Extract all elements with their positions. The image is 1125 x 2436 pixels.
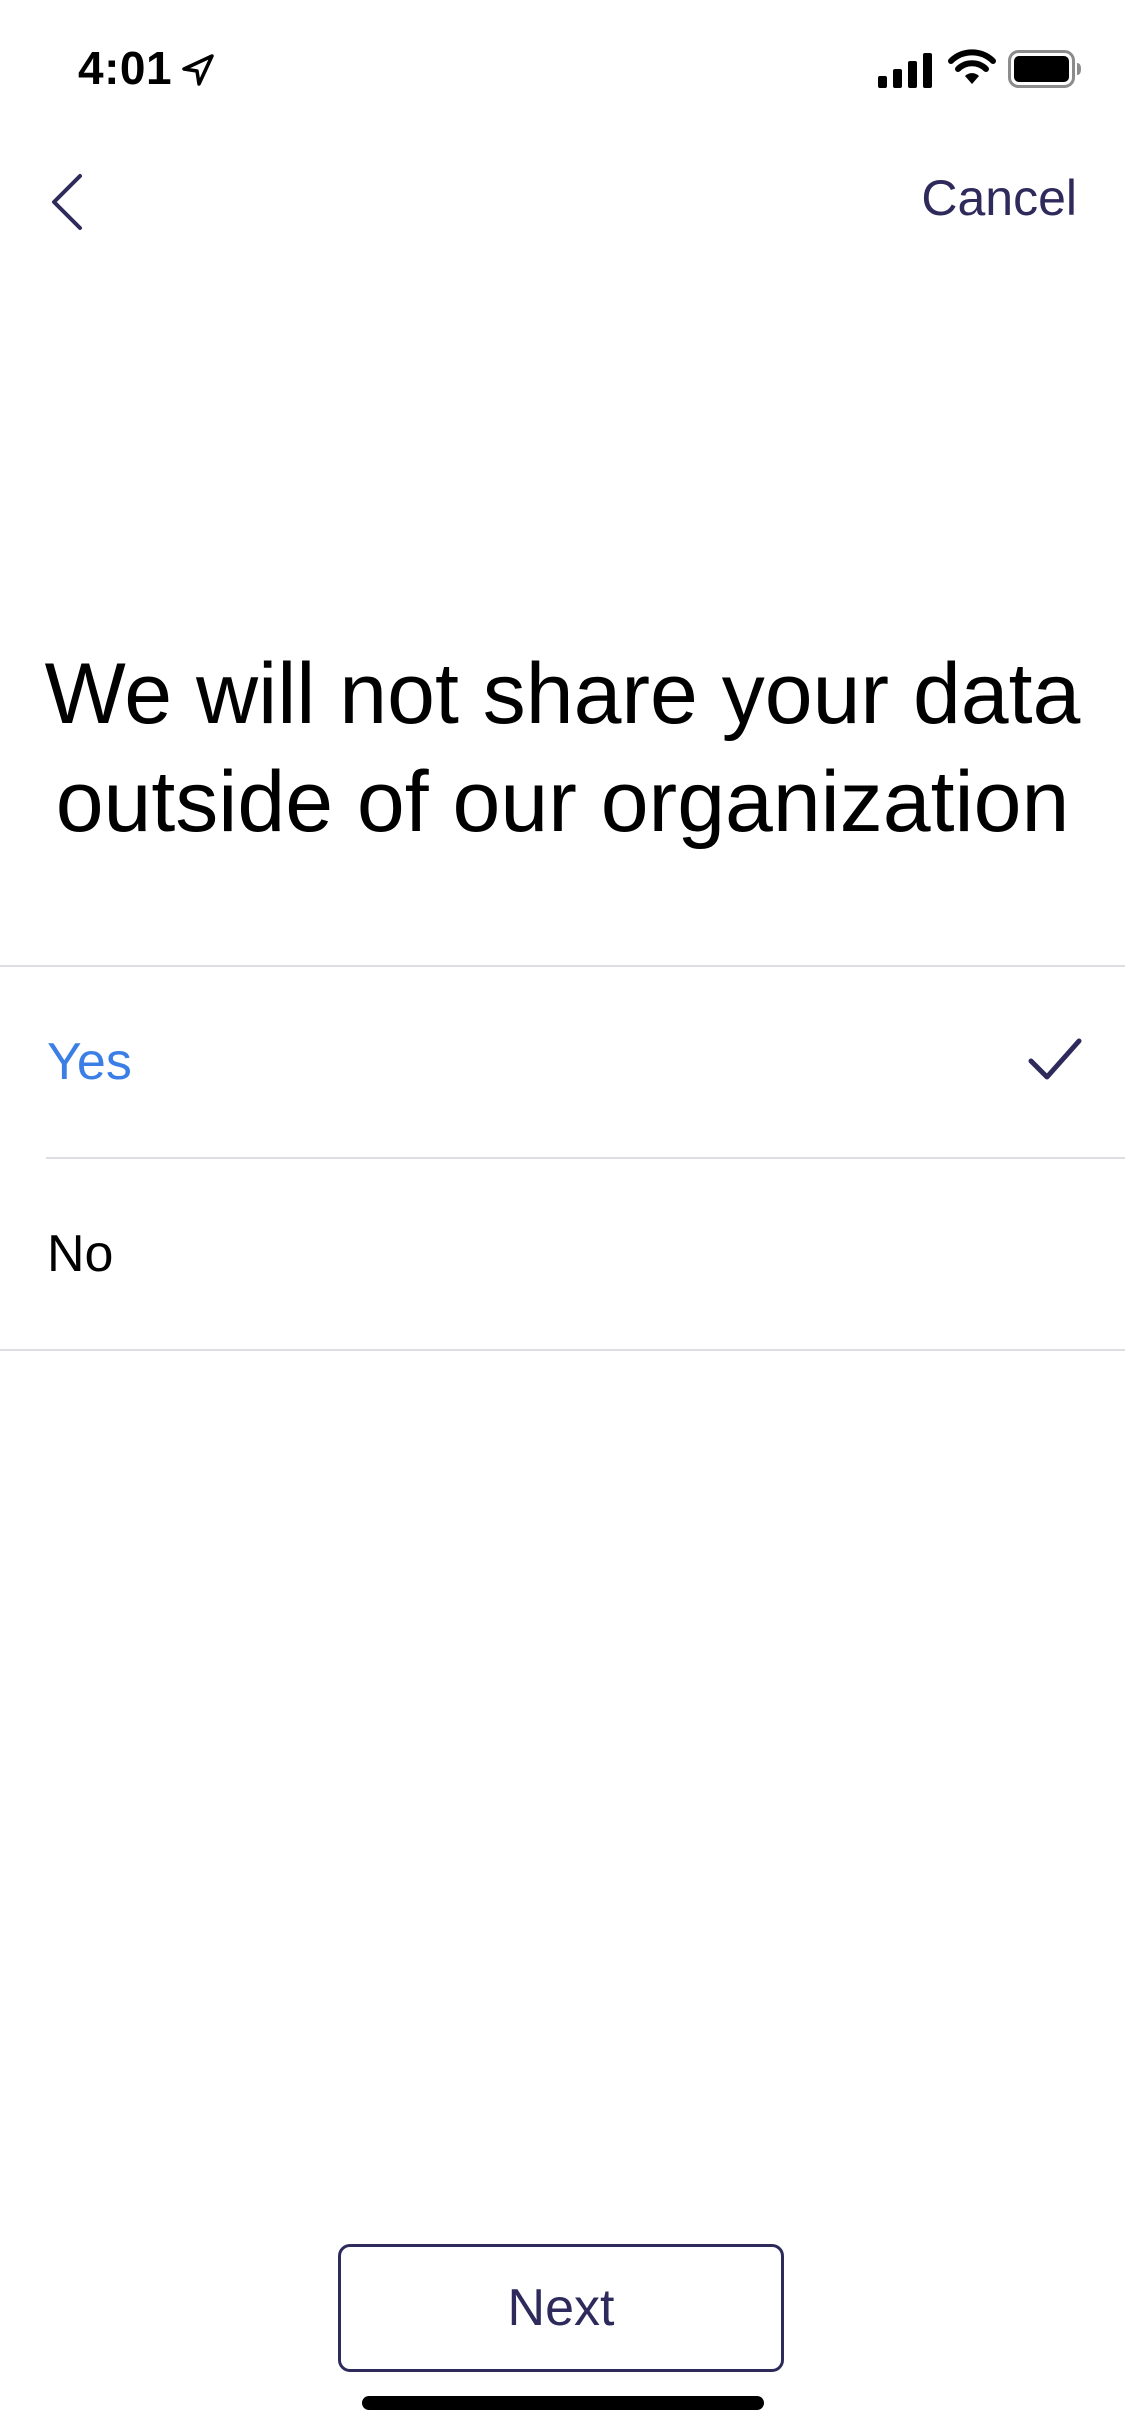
battery-icon — [1008, 50, 1081, 88]
wifi-icon — [948, 49, 996, 84]
option-label: No — [47, 1225, 114, 1283]
options-list: Yes No — [0, 965, 1125, 1351]
status-bar: 4:01 — [0, 0, 1125, 132]
cancel-button[interactable]: Cancel — [921, 166, 1077, 230]
question-title: We will not share your data outside of o… — [44, 646, 1081, 850]
location-arrow-icon — [182, 54, 214, 86]
next-button-label: Next — [507, 2279, 615, 2337]
checkmark-icon — [1028, 1038, 1082, 1080]
status-time: 4:01 — [78, 42, 173, 94]
cellular-signal-icon — [878, 53, 932, 88]
option-label: Yes — [47, 1033, 132, 1091]
option-yes[interactable]: Yes — [0, 967, 1125, 1157]
next-button[interactable]: Next — [338, 2244, 784, 2372]
chevron-left-icon — [52, 174, 82, 230]
option-no[interactable]: No — [0, 1159, 1125, 1349]
divider — [0, 1349, 1125, 1351]
back-button[interactable] — [30, 150, 110, 250]
home-indicator — [362, 2396, 764, 2410]
